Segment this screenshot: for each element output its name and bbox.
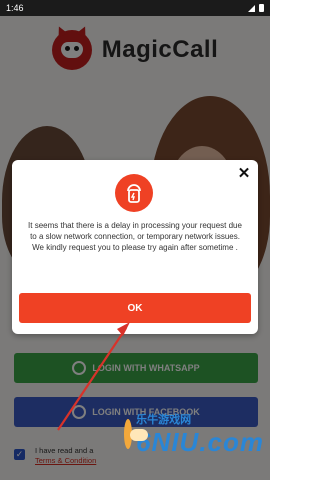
ok-button[interactable]: OK [19, 293, 251, 323]
battery-icon [259, 4, 264, 12]
watermark-logo-text: 6NIU.com [136, 427, 264, 457]
close-icon[interactable]: ✕ [236, 166, 252, 182]
status-time: 1:46 [6, 3, 24, 13]
network-alert-icon [115, 174, 153, 212]
watermark-subtext: 乐牛游戏网 [136, 414, 192, 426]
signal-icon [248, 4, 255, 12]
status-icons [248, 4, 264, 12]
watermark: 乐牛游戏网 6NIU.com [124, 404, 264, 464]
network-delay-dialog: ✕ It seems that there is a delay in proc… [12, 160, 258, 334]
dialog-message: It seems that there is a delay in proces… [28, 221, 242, 252]
status-bar: 1:46 [0, 0, 270, 16]
watermark-mascot-icon [124, 419, 149, 449]
